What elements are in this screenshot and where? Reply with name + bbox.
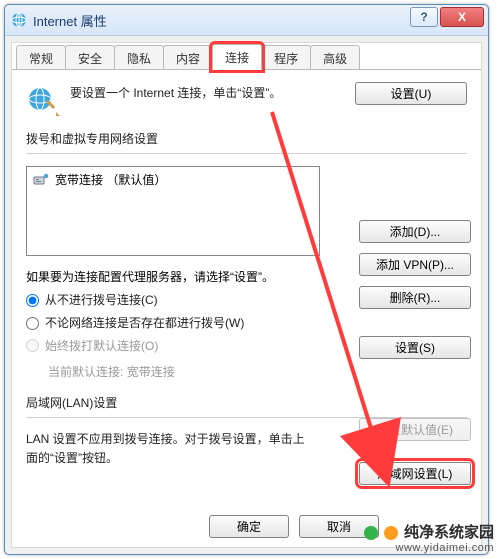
tab-connections[interactable]: 连接: [212, 44, 262, 70]
tabstrip: 常规 安全 隐私 内容 连接 程序 高级: [12, 43, 481, 69]
internet-options-icon: [11, 12, 27, 28]
divider: [26, 153, 467, 154]
radio-never-label: 从不进行拨号连接(C): [45, 289, 158, 312]
radio-default-label: 始终拨打默认连接(O): [45, 335, 158, 358]
connection-icon: [33, 172, 49, 188]
default-connection: 当前默认连接: 宽带连接: [48, 361, 467, 384]
dialup-buttons: 添加(D)... 添加 VPN(P)... 删除(R)...: [351, 220, 467, 309]
lan-settings-button[interactable]: 局域网设置(L): [359, 462, 471, 485]
default-conn-label: 当前默认连接:: [48, 365, 123, 379]
tab-security[interactable]: 安全: [65, 45, 115, 70]
set-default-col: 设置默认值(E): [351, 418, 467, 441]
conn-settings-button[interactable]: 设置(S): [359, 336, 471, 359]
window-buttons: ? X: [410, 7, 484, 27]
radio-exist-input[interactable]: [26, 317, 39, 330]
list-item[interactable]: 宽带连接 （默认值）: [29, 169, 317, 190]
tab-advanced[interactable]: 高级: [310, 45, 360, 70]
radio-default-input: [26, 339, 39, 352]
titlebar[interactable]: Internet 属性 ? X: [5, 5, 488, 36]
cancel-button[interactable]: 取消: [299, 515, 379, 538]
lan-header: 局域网(LAN)设置: [26, 394, 467, 411]
tab-privacy[interactable]: 隐私: [114, 45, 164, 70]
connections-page: 要设置一个 Internet 连接，单击“设置”。 设置(U) 拨号和虚拟专用网…: [12, 69, 481, 507]
radio-exist-label: 不论网络连接是否存在都进行拨号(W): [45, 312, 244, 335]
add-vpn-button[interactable]: 添加 VPN(P)...: [359, 253, 471, 276]
proxy-note: 如果要为连接配置代理服务器，请选择“设置”。: [26, 268, 326, 285]
radio-exist[interactable]: 不论网络连接是否存在都进行拨号(W): [26, 312, 467, 335]
internet-properties-window: Internet 属性 ? X 常规 安全 隐私 内容 连接 程序 高级: [4, 4, 489, 555]
connections-listbox[interactable]: 宽带连接 （默认值）: [26, 166, 320, 256]
help-button[interactable]: ?: [410, 7, 438, 27]
add-button[interactable]: 添加(D)...: [359, 220, 471, 243]
window-title: Internet 属性: [33, 11, 107, 30]
setup-button[interactable]: 设置(U): [355, 82, 467, 105]
remove-button[interactable]: 删除(R)...: [359, 286, 471, 309]
setup-description: 要设置一个 Internet 连接，单击“设置”。: [70, 82, 347, 102]
set-default-button: 设置默认值(E): [359, 418, 471, 441]
dialup-header: 拨号和虚拟专用网络设置: [26, 130, 467, 147]
list-item-label: 宽带连接 （默认值）: [55, 171, 166, 188]
ok-button[interactable]: 确定: [209, 515, 289, 538]
globe-wizard-icon: [26, 82, 60, 116]
dialog-buttons: 确定 取消 应用(A): [12, 507, 481, 540]
tab-programs[interactable]: 程序: [261, 45, 311, 70]
close-button[interactable]: X: [440, 7, 484, 27]
setup-row: 要设置一个 Internet 连接，单击“设置”。 设置(U): [26, 82, 467, 116]
conn-settings-buttons: 设置(S): [351, 336, 467, 359]
client-area: 常规 安全 隐私 内容 连接 程序 高级 要设置一: [11, 42, 482, 548]
tab-general[interactable]: 常规: [16, 45, 66, 70]
lan-button-col: 局域网设置(L): [351, 462, 467, 485]
radio-never-input[interactable]: [26, 294, 39, 307]
tab-content[interactable]: 内容: [163, 45, 213, 70]
default-conn-value: 宽带连接: [127, 365, 175, 379]
lan-description: LAN 设置不应用到拨号连接。对于拨号设置，单击上面的“设置”按钮。: [26, 430, 316, 468]
